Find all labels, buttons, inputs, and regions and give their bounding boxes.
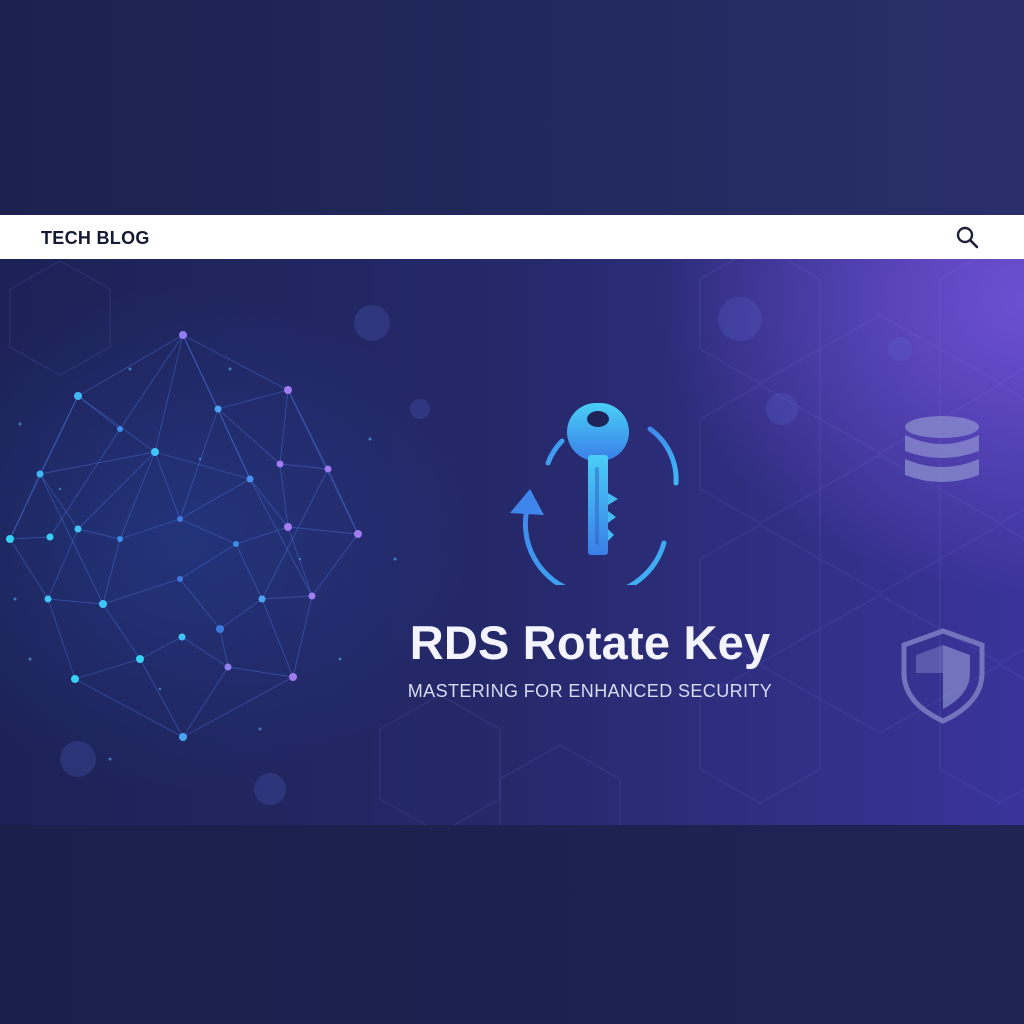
bottom-background-band [0,825,1024,1024]
network-graph-illustration [6,331,397,761]
hero-subtitle: MASTERING FOR ENHANCED SECURITY [407,681,773,701]
hero-title: RDS Rotate Key [409,616,771,669]
database-icon [905,416,979,482]
search-icon [956,226,979,249]
blog-title[interactable]: TECH BLOG [41,227,150,249]
shield-icon [901,628,985,724]
blog-header-bar: TECH BLOG [0,215,1024,259]
hero-banner: RDS Rotate Key MASTERING FOR ENHANCED SE… [0,259,1024,825]
top-background-band [0,0,1024,215]
key-rotate-icon [510,403,679,585]
search-button[interactable] [954,225,982,251]
